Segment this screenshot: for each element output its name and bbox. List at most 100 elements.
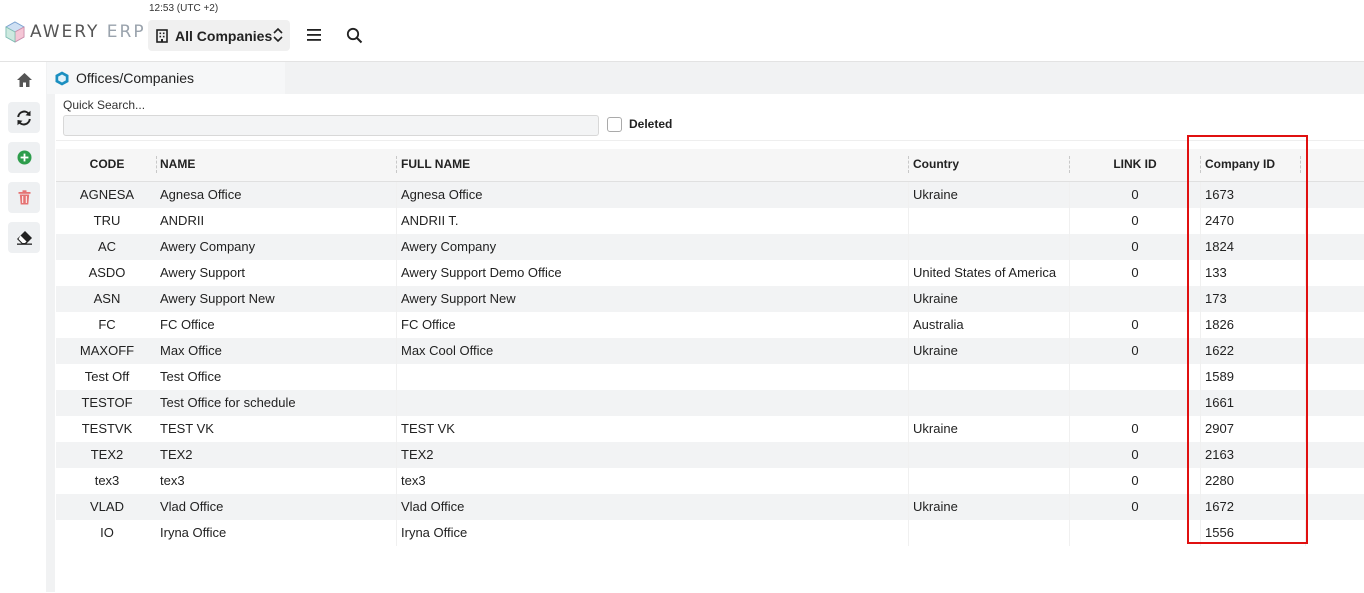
column-separator[interactable] [1200,156,1201,173]
cell-code: IO [100,525,114,540]
clear-filters-button[interactable] [8,222,40,253]
column-header-country[interactable]: Country [913,149,1069,181]
column-header-code[interactable]: CODE [56,149,158,181]
cell-code: TEX2 [90,447,124,462]
table-row[interactable]: TESTVK TEST VK TEST VK Ukraine 0 2907 [56,416,1364,442]
cell-country [913,468,1069,494]
quick-search-label: Quick Search... [63,98,146,112]
cell-name: TEST VK [160,421,214,436]
main-menu-button[interactable] [302,23,326,47]
cell-name: ANDRII [160,213,205,228]
table-row[interactable]: VLAD Vlad Office Vlad Office Ukraine 0 1672 [56,494,1364,520]
hamburger-menu-icon [307,29,321,41]
cell-name: tex3 [160,473,185,488]
table-row[interactable]: MAXOFF Max Office Max Cool Office Ukraine 0 1… [56,338,1364,364]
cell-link-id: 0 [1131,317,1139,332]
column-separator[interactable] [1300,156,1301,173]
table-row[interactable]: AC Awery Company Awery Company 0 1824 [56,234,1364,260]
add-circle-icon [17,150,31,165]
tab-bar: Offices/Companies [47,62,1364,94]
cell-country: United States of America [913,265,1057,280]
column-separator[interactable] [908,156,909,173]
column-separator[interactable] [396,156,397,173]
table-row[interactable]: TESTOF Test Office for schedule 1661 [56,390,1364,416]
cell-name: Awery Support [160,265,246,280]
home-icon [16,72,32,87]
table-row[interactable]: ASDO Awery Support Awery Support Demo Offi… [56,260,1364,286]
company-selector[interactable]: All Companies [148,20,290,51]
cell-name: TEX2 [160,447,193,462]
cell-name: Agnesa Office [160,187,242,202]
cell-link-id [1070,520,1200,546]
delete-button[interactable] [8,182,40,213]
cell-country: Australia [913,317,964,332]
column-header-company-id[interactable]: Company ID [1205,149,1305,181]
cell-link-id: 0 [1131,447,1139,462]
cell-country [913,208,1069,234]
table-row[interactable]: AGNESA Agnesa Office Agnesa Office Ukraine 0… [56,182,1364,208]
column-line [396,182,397,546]
grid-header: CODE NAME FULL NAME Country LINK ID Comp… [56,149,1364,182]
table-row[interactable]: FC FC Office FC Office Australia 0 1826 [56,312,1364,338]
column-line [1305,182,1306,546]
trash-icon [18,190,30,205]
cell-full-name [401,364,907,390]
cell-full-name: Max Cool Office [401,343,494,358]
cell-company-id: 1556 [1205,525,1234,540]
cell-company-id: 2470 [1205,213,1234,228]
offices-grid: CODE NAME FULL NAME Country LINK ID Comp… [56,140,1364,593]
cell-link-id [1070,390,1200,416]
cell-code: TESTVK [81,421,133,436]
cell-code: AGNESA [79,187,135,202]
add-button[interactable] [8,142,40,173]
cell-company-id: 2280 [1205,473,1234,488]
column-separator[interactable] [156,156,157,173]
home-button[interactable] [8,64,40,95]
tab-title: Offices/Companies [76,70,195,86]
column-header-link-id[interactable]: LINK ID [1070,149,1200,181]
column-header-name[interactable]: NAME [160,149,396,181]
chevron-up-down-icon [273,27,283,43]
cell-code: AC [97,239,117,254]
cell-company-id: 2907 [1205,421,1234,436]
app-logo[interactable]: AWERY ERP [4,20,146,44]
global-search-button[interactable] [342,23,366,47]
cell-code: tex3 [94,473,120,488]
column-header-full-name[interactable]: FULL NAME [401,149,907,181]
cell-full-name: tex3 [401,473,426,488]
cell-code: TRU [93,213,121,228]
table-row[interactable]: ASN Awery Support New Awery Support New Ukr… [56,286,1364,312]
cell-country: Ukraine [913,187,958,202]
deleted-checkbox-label: Deleted [629,117,673,131]
column-line [1069,182,1070,546]
cell-link-id: 0 [1131,265,1139,280]
cell-country: Ukraine [913,343,958,358]
cell-company-id: 1826 [1205,317,1234,332]
cell-link-id [1070,286,1200,312]
cell-full-name: Awery Support Demo Office [401,265,562,280]
table-row[interactable]: IO Iryna Office Iryna Office 1556 [56,520,1364,546]
cell-link-id: 0 [1131,213,1139,228]
cell-company-id: 2163 [1205,447,1234,462]
deleted-checkbox[interactable] [607,117,622,132]
refresh-button[interactable] [8,102,40,133]
logo-brand: AWERY [30,22,100,42]
cell-name: Max Office [160,343,222,358]
tab-offices-companies[interactable]: Offices/Companies [47,62,285,94]
cell-name: Vlad Office [160,499,224,514]
table-row[interactable]: TRU ANDRII ANDRII T. 0 2470 [56,208,1364,234]
table-row[interactable]: tex3 tex3 tex3 0 2280 [56,468,1364,494]
cell-name: Test Office for schedule [160,395,296,410]
offices-module-icon [55,71,69,85]
cell-full-name [401,390,907,416]
cell-company-id: 1672 [1205,499,1234,514]
cell-country [913,520,1069,546]
cell-code: ASDO [88,265,126,280]
quick-search-input[interactable] [63,115,599,136]
table-row[interactable]: TEX2 TEX2 TEX2 0 2163 [56,442,1364,468]
table-row[interactable]: Test Off Test Office 1589 [56,364,1364,390]
cell-link-id: 0 [1131,239,1139,254]
cell-country [913,442,1069,468]
cell-company-id: 1824 [1205,239,1234,254]
cell-full-name: Awery Company [401,239,497,254]
